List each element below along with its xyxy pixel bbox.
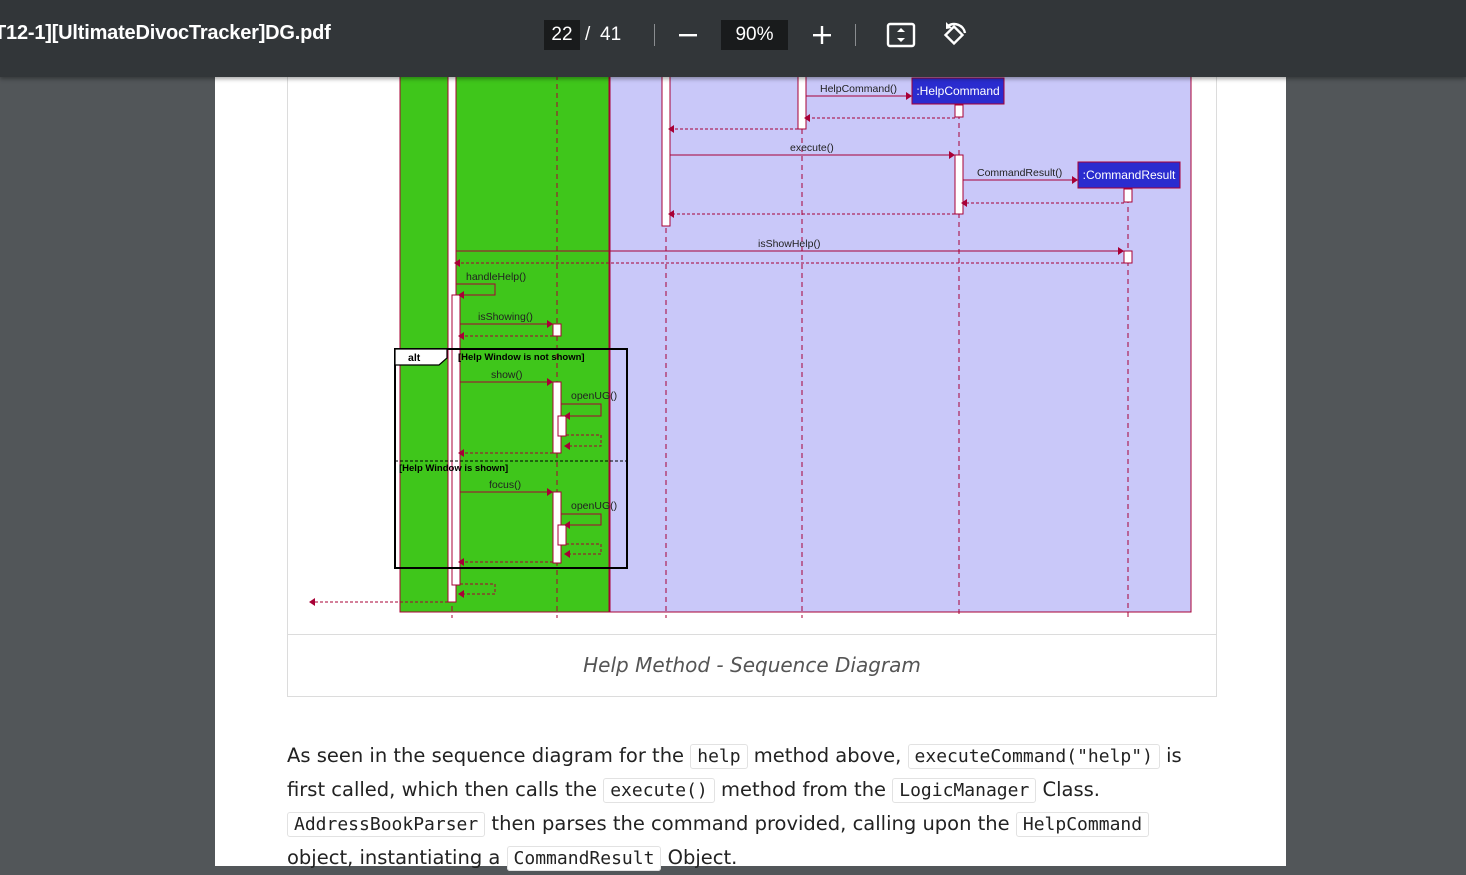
figure-divider: [288, 634, 1216, 635]
rotate-button[interactable]: [937, 18, 971, 52]
ui-participant-region: [399, 75, 610, 613]
alt-guard-label: [Help Window is not shown]: [458, 352, 585, 363]
toolbar-divider: [855, 24, 856, 46]
alt-fragment-tab: [394, 348, 448, 366]
activation-bar: [661, 75, 671, 227]
activation-bar: [552, 323, 562, 337]
message-label: openUG(): [571, 500, 617, 512]
zoom-in-icon: [813, 26, 831, 44]
message-label: HelpCommand(): [820, 83, 897, 95]
page-separator: /: [585, 24, 591, 45]
rotate-icon: [943, 22, 967, 46]
pdf-toolbar: T12-1][UltimateDivocTracker]DG.pdf 22 / …: [0, 0, 1466, 77]
activation-bar: [1123, 250, 1133, 264]
page-number-input[interactable]: 22: [544, 20, 580, 50]
message-label: isShowing(): [478, 311, 533, 323]
inline-code: HelpCommand: [1015, 812, 1150, 837]
participant-label: :CommandResult: [1083, 168, 1176, 182]
participant-label: :HelpCommand: [916, 84, 999, 98]
message-label: CommandResult(): [977, 167, 1062, 179]
activation-bar: [954, 154, 964, 215]
zoom-out-button[interactable]: [671, 18, 705, 52]
message-label: execute(): [790, 142, 834, 154]
activation-bar: [557, 524, 567, 546]
alt-guard-label: [Help Window is shown]: [399, 463, 508, 474]
message-label: focus(): [489, 479, 521, 491]
activation-bar: [797, 75, 807, 130]
activation-bar: [954, 104, 964, 118]
para-text: method above,: [747, 744, 908, 767]
inline-code: LogicManager: [892, 778, 1037, 803]
zoom-level-input[interactable]: 90%: [721, 20, 788, 50]
message-label: isShowHelp(): [758, 238, 820, 250]
para-text: then parses the command provided, callin…: [485, 812, 1016, 835]
activation-bar: [451, 294, 461, 586]
para-text: Class.: [1036, 778, 1100, 801]
figure-container: :HelpCommand :CommandResult HelpCommand(…: [287, 75, 1217, 697]
toolbar-divider: [654, 24, 655, 46]
pdf-page: :HelpCommand :CommandResult HelpCommand(…: [215, 75, 1286, 871]
inline-code: help: [690, 744, 748, 769]
body-paragraph: As seen in the sequence diagram for the …: [287, 739, 1217, 875]
inline-code: executeCommand("help"): [907, 744, 1160, 769]
activation-bar: [1123, 188, 1133, 203]
document-title: T12-1][UltimateDivocTracker]DG.pdf: [0, 22, 331, 44]
sequence-diagram: :HelpCommand :CommandResult HelpCommand(…: [309, 75, 1192, 618]
message-label: openUG(): [571, 390, 617, 402]
message-label: show(): [491, 369, 523, 381]
fit-page-icon: [886, 22, 916, 48]
alt-fragment-label: alt: [408, 352, 421, 364]
logic-participant-region: [609, 75, 1192, 613]
figure-caption: Help Method - Sequence Diagram: [583, 653, 921, 677]
inline-code: AddressBookParser: [287, 812, 486, 837]
activation-bar: [557, 415, 567, 437]
total-pages: 41: [600, 24, 622, 45]
para-text: method from the: [714, 778, 893, 801]
zoom-in-button[interactable]: [805, 18, 839, 52]
inline-code: execute(): [603, 778, 715, 803]
para-text: As seen in the sequence diagram for the: [287, 744, 691, 767]
zoom-out-icon: [679, 34, 697, 37]
message-label: handleHelp(): [466, 271, 526, 283]
inline-code: CommandResult: [506, 846, 662, 871]
fit-page-button[interactable]: [884, 18, 918, 52]
